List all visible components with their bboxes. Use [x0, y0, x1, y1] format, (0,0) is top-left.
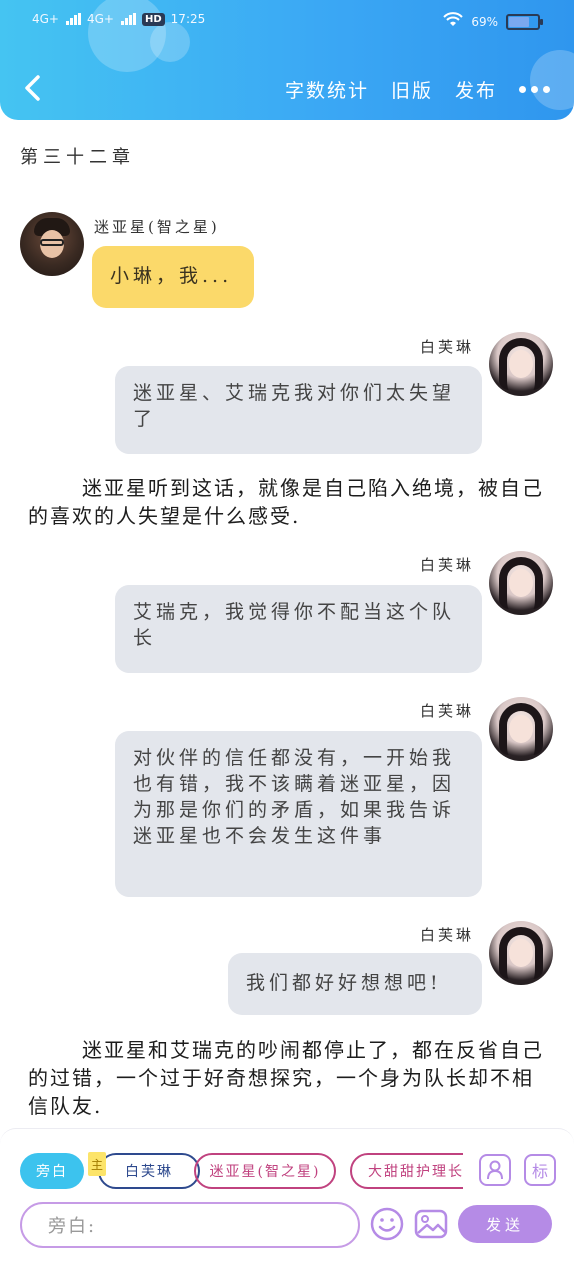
main-character-badge: 主	[88, 1152, 106, 1176]
speaker-name: 迷亚星(智之星)	[94, 218, 220, 236]
word-count-button[interactable]: 字数统计	[285, 76, 369, 103]
speaker-name: 白芙琳	[420, 556, 475, 574]
character-manage-button[interactable]	[479, 1154, 511, 1186]
signal-icon	[66, 13, 81, 25]
message-bubble[interactable]: 对伙伴的信任都没有，一开始我也有错，我不该瞒着迷亚星，因为那是你们的矛盾，如果我…	[115, 731, 482, 897]
clock: 17:25	[170, 12, 206, 26]
old-version-button[interactable]: 旧版	[391, 76, 433, 103]
person-icon	[487, 1160, 503, 1180]
image-icon[interactable]	[414, 1207, 448, 1241]
more-menu-button[interactable]	[519, 86, 550, 93]
avatar[interactable]	[489, 921, 553, 985]
battery-percent: 69%	[471, 15, 498, 29]
character-chip-bai[interactable]: 白芙琳	[98, 1153, 200, 1189]
message-bubble[interactable]: 迷亚星、艾瑞克我对你们太失望了	[115, 366, 482, 454]
character-chip-mi[interactable]: 迷亚星(智之星)	[194, 1153, 336, 1189]
network-label: 4G+	[87, 12, 114, 26]
tag-button[interactable]: 标	[524, 1154, 556, 1186]
message-bubble[interactable]: 艾瑞克，我觉得你不配当这个队长	[115, 585, 482, 673]
chevron-left-icon	[25, 75, 40, 101]
avatar[interactable]	[489, 697, 553, 761]
character-chip-narrator[interactable]: 旁白	[20, 1153, 84, 1189]
message-bubble[interactable]: 我们都好好想想吧!	[228, 953, 482, 1015]
wifi-icon	[443, 12, 464, 32]
avatar[interactable]	[489, 551, 553, 615]
emoji-icon[interactable]	[370, 1207, 404, 1241]
send-button[interactable]: 发送	[458, 1205, 552, 1243]
narration-text[interactable]: 迷亚星听到这话，就像是自己陷入绝境，被自己的喜欢的人失望是什么感受.	[28, 474, 554, 530]
speaker-name: 白芙琳	[420, 338, 475, 356]
avatar[interactable]	[20, 212, 84, 276]
message-input[interactable]: 旁白:	[20, 1202, 360, 1248]
back-button[interactable]	[20, 74, 46, 102]
character-chip-da[interactable]: 大甜甜护理长	[350, 1153, 463, 1189]
header-actions: 字数统计 旧版 发布	[285, 76, 550, 103]
narration-text[interactable]: 迷亚星和艾瑞克的吵闹都停止了，都在反省自己的过错，一个过于好奇想探究，一个身为队…	[28, 1036, 554, 1120]
message-bubble[interactable]: 小琳，我...	[92, 246, 254, 308]
speaker-name: 白芙琳	[420, 926, 475, 944]
network-label: 4G+	[32, 12, 59, 26]
chapter-title: 第三十二章	[20, 147, 135, 168]
publish-button[interactable]: 发布	[455, 76, 497, 103]
speaker-name: 白芙琳	[420, 702, 475, 720]
hd-icon: HD	[142, 12, 165, 26]
top-bar: 4G+ 4G+ HD 17:25 69% 字数统计 旧版 发布	[0, 0, 574, 120]
avatar[interactable]	[489, 332, 553, 396]
status-bar: 4G+ 4G+ HD 17:25 69%	[0, 10, 574, 34]
battery-icon	[506, 14, 543, 30]
character-selector: 旁白 白芙琳 迷亚星(智之星) 大甜甜护理长	[20, 1153, 463, 1189]
signal-icon	[121, 13, 136, 25]
